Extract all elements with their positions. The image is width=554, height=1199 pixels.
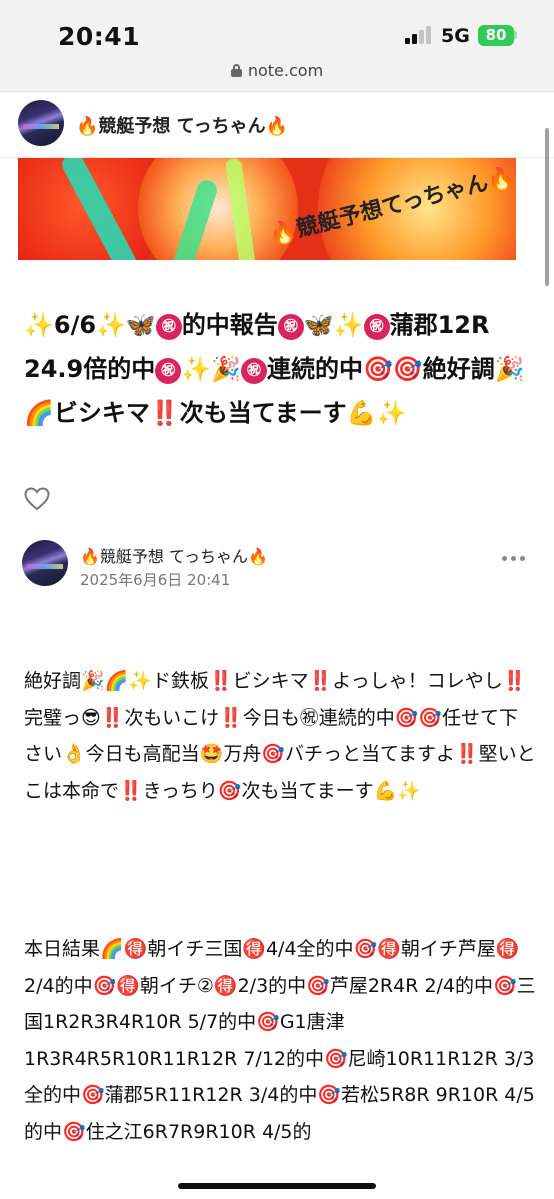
body-paragraph-2: 本日結果🌈🉐朝イチ三国🉐4/4全的中🎯🉐朝イチ芦屋🉐2/4的中🎯🉐朝イチ②🉐2/… xyxy=(24,938,536,1143)
celebration-badge: ㊗ xyxy=(240,358,267,384)
creator-name[interactable]: 🔥競艇予想 てっちゃん🔥 xyxy=(76,112,288,138)
battery-tip xyxy=(514,31,517,39)
network-type: 5G xyxy=(441,25,470,47)
author-avatar[interactable] xyxy=(22,540,68,586)
battery-icon: 80 xyxy=(478,25,514,46)
heart-icon[interactable] xyxy=(24,487,50,511)
status-time: 20:41 xyxy=(58,22,141,51)
celebration-badge: ㊗ xyxy=(155,358,182,384)
article-title: ✨6/6✨🦋 ㊗的中報告㊗ 🦋✨ ㊗蒲郡12R 24.9倍的中㊗ ✨🎉 ㊗連続的中🎯🎯絶好… xyxy=(24,303,540,435)
celebration-badge: ㊗ xyxy=(155,314,182,340)
post-date: 2025年6月6日 20:41 xyxy=(80,571,231,589)
scrollbar[interactable] xyxy=(545,128,549,286)
status-bar: 20:41 5G 80 xyxy=(0,0,554,58)
header-banner-image[interactable]: 🔥競艇予想てっちゃん🔥 xyxy=(18,158,516,260)
celebration-badge: ㊗ xyxy=(277,314,304,340)
url-domain: note.com xyxy=(247,61,324,80)
url-bar[interactable]: note.com xyxy=(0,58,554,92)
title-part: ✨🎉 xyxy=(181,355,241,383)
author-name[interactable]: 🔥競艇予想 てっちゃん🔥 xyxy=(80,543,268,567)
creator-header: 🔥競艇予想 てっちゃん🔥 xyxy=(0,92,554,158)
title-part: ✨6/6✨🦋 xyxy=(24,311,156,339)
home-indicator[interactable] xyxy=(178,1183,376,1189)
title-part: 的中報告 xyxy=(181,311,278,339)
lock-icon xyxy=(230,64,242,77)
celebration-badge: ㊗ xyxy=(363,314,390,340)
creator-avatar[interactable] xyxy=(18,100,64,146)
more-icon[interactable] xyxy=(502,550,526,566)
title-part: 🦋✨ xyxy=(303,311,364,339)
body-paragraph-1: 絶好調🎉🌈✨ド鉄板‼️ビシキマ‼️よっしゃ！コレやし‼️完璧っ😎‼️次もいこけ‼… xyxy=(24,670,536,802)
signal-icon xyxy=(405,26,431,44)
